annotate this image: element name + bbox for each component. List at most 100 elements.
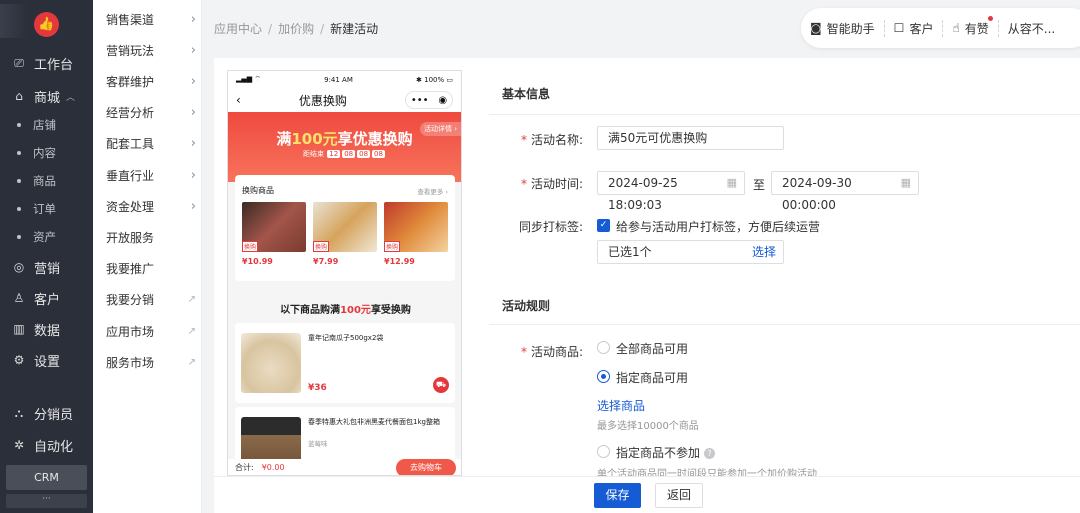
sidebar-item[interactable]: 订单 — [0, 199, 93, 219]
breadcrumb-current: 新建活动 — [330, 22, 379, 36]
sidebar-item[interactable]: 资产 — [0, 227, 93, 247]
start-time-picker[interactable]: 2024-09-25 18:09:03 ▦ — [597, 171, 745, 212]
submenu-item[interactable]: 配套工具 › — [106, 134, 196, 154]
view-more-link[interactable]: 查看更多 › — [417, 186, 448, 196]
breadcrumb-addon-buy[interactable]: 加价购 — [278, 22, 314, 36]
more-dots-icon: ••• — [410, 94, 429, 106]
submenu-item[interactable]: 资金处理 › — [106, 196, 196, 216]
goods-item[interactable]: 童年记南瓜子500gx2袋 ¥36 ⛟ — [235, 323, 455, 403]
phone-page-title: 优惠换购 — [298, 93, 347, 108]
breadcrumb-app-center[interactable]: 应用中心 — [214, 22, 262, 36]
activity-goods-label: * 活动商品: — [520, 345, 583, 359]
breadcrumb-separator: / — [268, 22, 273, 36]
sidebar-item[interactable]: ◎ 营销 — [0, 257, 93, 277]
sidebar-item[interactable]: 内容 — [0, 143, 93, 163]
sidebar-item[interactable]: ⚙ 设置 — [0, 350, 93, 370]
select-goods-link[interactable]: 选择商品 — [597, 397, 645, 414]
radio-all-goods[interactable] — [597, 341, 610, 354]
radio-exclude-goods[interactable] — [597, 445, 610, 458]
chevron-right-icon: › — [190, 136, 196, 152]
phone-status-bar: ▂▄▆ ⌔ 9:41 AM ✱ 100% ▭ — [228, 71, 461, 88]
sidebar-item-label: 分销员 — [34, 407, 74, 423]
chevron-right-icon: › — [190, 198, 196, 214]
shop-logo[interactable]: 👍 — [34, 12, 59, 37]
end-time-picker[interactable]: 2024-09-30 00:00:00 ▦ — [771, 171, 919, 212]
service-button[interactable]: ☐ 客户 — [883, 19, 943, 37]
back-icon[interactable]: ‹ — [236, 93, 241, 107]
submenu-item[interactable]: 客群维护 › — [106, 71, 196, 91]
submenu-item[interactable]: 应用市场 ↗ — [106, 321, 196, 341]
goods-name: 春季特惠大礼包非洲黑麦代餐面包1kg整箱 — [308, 418, 440, 426]
chevron-right-icon: › — [190, 11, 196, 27]
mobile-preview: ▂▄▆ ⌔ 9:41 AM ✱ 100% ▭ ‹ 优惠换购 ••• ◉ 满100元… — [227, 70, 462, 476]
signal-icon: ▂▄▆ ⌔ — [236, 75, 261, 83]
goods-spec: 蓝莓味 — [308, 440, 328, 448]
go-cart-button[interactable]: 去购物车 — [396, 459, 456, 475]
sidebar-item-label: 营销 — [34, 261, 61, 277]
sidebar-item-label: 店铺 — [33, 118, 56, 132]
sidebar-item-label: 订单 — [33, 202, 56, 216]
sidebar-item[interactable]: ✲ 自动化 — [0, 435, 93, 455]
sidebar-item[interactable]: ▥ 数据 — [0, 319, 93, 339]
bullet-icon — [17, 235, 21, 239]
assistant-label: 智能助手 — [826, 21, 875, 36]
collapse-icon[interactable]: ︿ — [66, 90, 75, 103]
select-tag-link[interactable]: 选择 — [752, 241, 776, 263]
sidebar-item[interactable]: 店铺 — [0, 115, 93, 135]
breadcrumb: 应用中心 / 加价购 / 新建活动 — [214, 20, 378, 37]
calendar-icon: ▦ — [900, 176, 911, 189]
crm-button[interactable]: CRM — [6, 465, 87, 490]
external-link-icon: ↗ — [187, 325, 196, 337]
submenu-item[interactable]: 垂直行业 › — [106, 165, 196, 185]
submenu-item[interactable]: 经营分析 › — [106, 103, 196, 123]
swap-product-image[interactable]: 换购 — [384, 202, 448, 252]
assistant-button[interactable]: ◙ 智能助手 — [801, 20, 884, 37]
sidebar-item[interactable]: ♙ 客户 — [0, 288, 93, 308]
mini-program-capsule[interactable]: ••• ◉ — [404, 91, 453, 109]
sidebar-item[interactable]: 商品 — [0, 171, 93, 191]
automation-icon: ✲ — [13, 438, 25, 452]
sync-tag-text: 给参与活动用户打标签，方便后续运营 — [616, 220, 821, 234]
cart-icon[interactable]: ⛟ — [433, 377, 449, 393]
submenu-item[interactable]: 开放服务 — [106, 227, 196, 247]
sidebar-item-label: 设置 — [34, 354, 61, 370]
submenu-item[interactable]: 我要推广 — [106, 259, 196, 279]
sidebar-item[interactable]: ⛬ 分销员 — [0, 403, 93, 423]
activity-name-input[interactable]: 满50元可优惠换购 — [597, 126, 784, 150]
chevron-right-icon: › — [190, 167, 196, 183]
swap-product-image[interactable]: 换购 — [242, 202, 306, 252]
save-button[interactable]: 保存 — [594, 483, 641, 508]
chevron-right-icon: › — [190, 105, 196, 121]
swap-product-image[interactable]: 换购 — [313, 202, 377, 252]
goods-image — [241, 333, 301, 393]
battery-status: ✱ 100% ▭ — [416, 75, 453, 84]
submenu-item-label: 我要分销 — [106, 293, 155, 308]
radio-specified-goods[interactable] — [597, 370, 610, 383]
distributor-icon: ⛬ — [14, 405, 24, 420]
submenu-item[interactable]: 我要分销 ↗ — [106, 290, 196, 310]
activity-detail-link[interactable]: 活动详情 › — [419, 122, 461, 136]
sync-tag-label: 同步打标签: — [518, 220, 583, 234]
sidebar-item[interactable]: ⎚ 工作台 — [0, 53, 93, 73]
help-icon[interactable]: ? — [704, 448, 716, 459]
user-name: 从容不... — [1007, 21, 1056, 36]
more-button[interactable]: ··· — [6, 494, 87, 508]
primary-sidebar: 👍 ⎚ 工作台 ⌂ 商城 ︿ 店铺内容商品订单资产 ◎ 营销 ♙ 客户 ▥ 数据 ⚙ 设置 ⛬ 分销员 ✲ 自动化… — [0, 0, 93, 513]
likes-button[interactable]: ☝ 有赞 — [942, 15, 997, 37]
submenu-item[interactable]: 营销玩法 › — [106, 40, 196, 60]
submenu-item-label: 应用市场 — [106, 324, 155, 339]
likes-label: 有赞 — [964, 21, 989, 36]
back-button[interactable]: 返回 — [655, 483, 703, 508]
swap-price: ¥7.99 — [313, 257, 339, 266]
sync-tag-checkbox[interactable]: ✓ — [597, 219, 610, 232]
submenu-item[interactable]: 服务市场 ↗ — [106, 352, 196, 372]
shop-icon: ⌂ — [15, 89, 23, 103]
chat-icon: ☐ — [893, 21, 905, 35]
basic-info-title: 基本信息 — [502, 87, 551, 101]
sidebar-item[interactable]: ⌂ 商城 ︿ — [0, 86, 93, 106]
user-menu[interactable]: 从容不... — [997, 19, 1064, 37]
select-goods-hint: 最多选择10000个商品 — [597, 421, 699, 432]
swap-price: ¥10.99 — [242, 257, 273, 266]
submenu-item[interactable]: 销售渠道 › — [106, 9, 196, 29]
total-amount: ¥0.00 — [261, 462, 285, 472]
